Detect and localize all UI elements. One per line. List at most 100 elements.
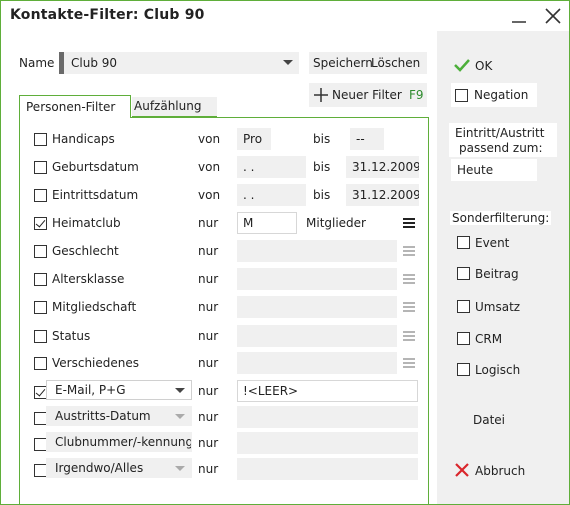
new-filter-shortcut: F9 [409, 88, 424, 102]
check-icon [454, 59, 470, 72]
checkbox-handicaps[interactable] [34, 133, 47, 146]
heimatclub-value-field[interactable]: M [237, 212, 297, 234]
handicaps-from-field[interactable]: Pro [237, 128, 271, 150]
option-crm-label: CRM [475, 332, 503, 346]
checkbox-logisch[interactable] [457, 363, 470, 376]
filter-dialog: Kontakte-Filter: Club 90 Name Club 90 Sp… [0, 0, 570, 505]
row-mode-custom-4: nur [198, 462, 219, 476]
cancel-label: Abbruch [475, 464, 526, 478]
checkbox-geschlecht[interactable] [34, 245, 47, 258]
handicaps-to-label: bis [313, 132, 331, 146]
cancel-button[interactable]: Abbruch [453, 459, 543, 481]
checkbox-eintrittsdatum[interactable] [34, 189, 47, 202]
custom-field-select-4-value: Irgendwo/Alles [55, 461, 144, 475]
option-umsatz-label: Umsatz [475, 300, 521, 314]
row-label-handicaps: Handicaps [52, 132, 115, 146]
menu-icon-heimatclub[interactable] [403, 218, 415, 228]
name-select-marker [59, 52, 64, 74]
chevron-down-icon [175, 414, 185, 419]
checkbox-altersklasse[interactable] [34, 273, 47, 286]
custom-value-field-1[interactable]: !<LEER> [237, 380, 418, 402]
menu-icon-status[interactable] [403, 331, 415, 341]
personen-filter-panel: Handicaps von Pro bis -- Geburtsdatum vo… [19, 117, 429, 505]
eintrittsdatum-to-label: bis [313, 188, 331, 202]
checkbox-negation[interactable] [455, 89, 468, 102]
status-value-field[interactable] [237, 325, 397, 347]
save-button[interactable]: Speichern [313, 56, 373, 70]
checkbox-beitrag[interactable] [457, 267, 470, 280]
row-mode-custom-1: nur [198, 384, 219, 398]
geburtsdatum-to-label: bis [313, 160, 331, 174]
row-mode-mitgliedschaft: nur [198, 300, 219, 314]
negation-toggle[interactable]: Negation [451, 83, 537, 107]
menu-icon-geschlecht[interactable] [403, 246, 415, 256]
ok-label: OK [475, 59, 493, 73]
checkbox-mitgliedschaft[interactable] [34, 301, 47, 314]
row-label-mitgliedschaft: Mitgliedschaft [52, 300, 137, 314]
window-title: Kontakte-Filter: Club 90 [10, 7, 205, 23]
geschlecht-value-field[interactable] [237, 240, 397, 262]
custom-field-select-3[interactable]: Clubnummer/-kennung [46, 432, 192, 452]
name-select[interactable]: Club 90 [59, 52, 299, 74]
eintrittsdatum-to-field[interactable]: 31.12.2009 [346, 184, 419, 206]
title-bar: Kontakte-Filter: Club 90 [1, 1, 569, 31]
checkbox-status[interactable] [34, 330, 47, 343]
checkbox-umsatz[interactable] [457, 300, 470, 313]
mitgliedschaft-value-field[interactable] [237, 296, 397, 318]
geburtsdatum-from-field[interactable]: . . [237, 156, 306, 178]
right-sidebar: OK Negation Eintritt/Austritt passend zu… [437, 31, 569, 504]
menu-icon-mitgliedschaft[interactable] [403, 302, 415, 312]
menu-icon-verschiedenes[interactable] [403, 358, 415, 368]
row-mode-eintrittsdatum: von [198, 188, 221, 202]
heimatclub-suffix: Mitglieder [306, 216, 366, 230]
row-mode-custom-3: nur [198, 436, 219, 450]
tab-aufzaehlung[interactable]: Aufzählung [132, 97, 217, 117]
chevron-down-icon [175, 466, 185, 471]
new-filter-button[interactable]: Neuer Filter F9 [309, 83, 427, 107]
custom-value-field-2[interactable] [237, 406, 418, 428]
row-label-geburtsdatum: Geburtsdatum [52, 160, 139, 174]
row-mode-handicaps: von [198, 132, 221, 146]
geburtsdatum-to-field[interactable]: 31.12.2009 [346, 156, 419, 178]
custom-field-select-2[interactable]: Austritts-Datum [46, 406, 192, 426]
custom-field-select-1[interactable]: E-Mail, P+G [46, 380, 192, 400]
checkbox-heimatclub[interactable] [34, 217, 47, 230]
option-logisch-label: Logisch [475, 363, 521, 377]
filter-main-area: Name Club 90 Speichern Löschen Neuer Fil… [1, 31, 437, 505]
ok-button[interactable]: OK [453, 55, 513, 75]
menu-icon-altersklasse[interactable] [403, 274, 415, 284]
eintritt-label-line2: passend zum: [459, 141, 543, 155]
tab-personen-filter[interactable]: Personen-Filter [19, 95, 131, 118]
datei-button[interactable]: Datei [473, 413, 505, 427]
close-button[interactable] [541, 5, 565, 27]
custom-field-select-4[interactable]: Irgendwo/Alles [46, 458, 192, 478]
tab-personen-filter-label: Personen-Filter [26, 100, 116, 114]
handicaps-to-field[interactable]: -- [350, 128, 384, 150]
checkbox-verschiedenes[interactable] [34, 357, 47, 370]
eintritt-label-box: Eintritt/Austritt passend zum: [449, 123, 557, 157]
checkbox-event[interactable] [457, 236, 470, 249]
checkbox-crm[interactable] [457, 332, 470, 345]
checkbox-geburtsdatum[interactable] [34, 161, 47, 174]
chevron-down-icon [283, 60, 293, 65]
altersklasse-value-field[interactable] [237, 268, 397, 290]
eintritt-value-field[interactable]: Heute [451, 159, 537, 181]
row-label-heimatclub: Heimatclub [52, 216, 121, 230]
eintrittsdatum-from-field[interactable]: . . [237, 184, 306, 206]
verschiedenes-value-field[interactable] [237, 352, 397, 374]
minimize-button[interactable] [507, 5, 531, 27]
eintritt-label-line1: Eintritt/Austritt [455, 126, 545, 140]
row-mode-status: nur [198, 329, 219, 343]
chevron-down-icon [175, 388, 185, 393]
custom-value-field-3[interactable] [237, 432, 418, 454]
tab-aufzaehlung-label: Aufzählung [134, 99, 202, 113]
delete-button[interactable]: Löschen [371, 56, 420, 70]
row-label-eintrittsdatum: Eintrittsdatum [52, 188, 139, 202]
row-mode-custom-2: nur [198, 410, 219, 424]
row-mode-heimatclub: nur [198, 216, 219, 230]
custom-field-select-3-value: Clubnummer/-kennung [55, 435, 192, 449]
custom-field-select-2-value: Austritts-Datum [55, 409, 151, 423]
custom-value-field-4[interactable] [237, 458, 418, 480]
new-filter-label: Neuer Filter [332, 88, 402, 102]
row-mode-geburtsdatum: von [198, 160, 221, 174]
